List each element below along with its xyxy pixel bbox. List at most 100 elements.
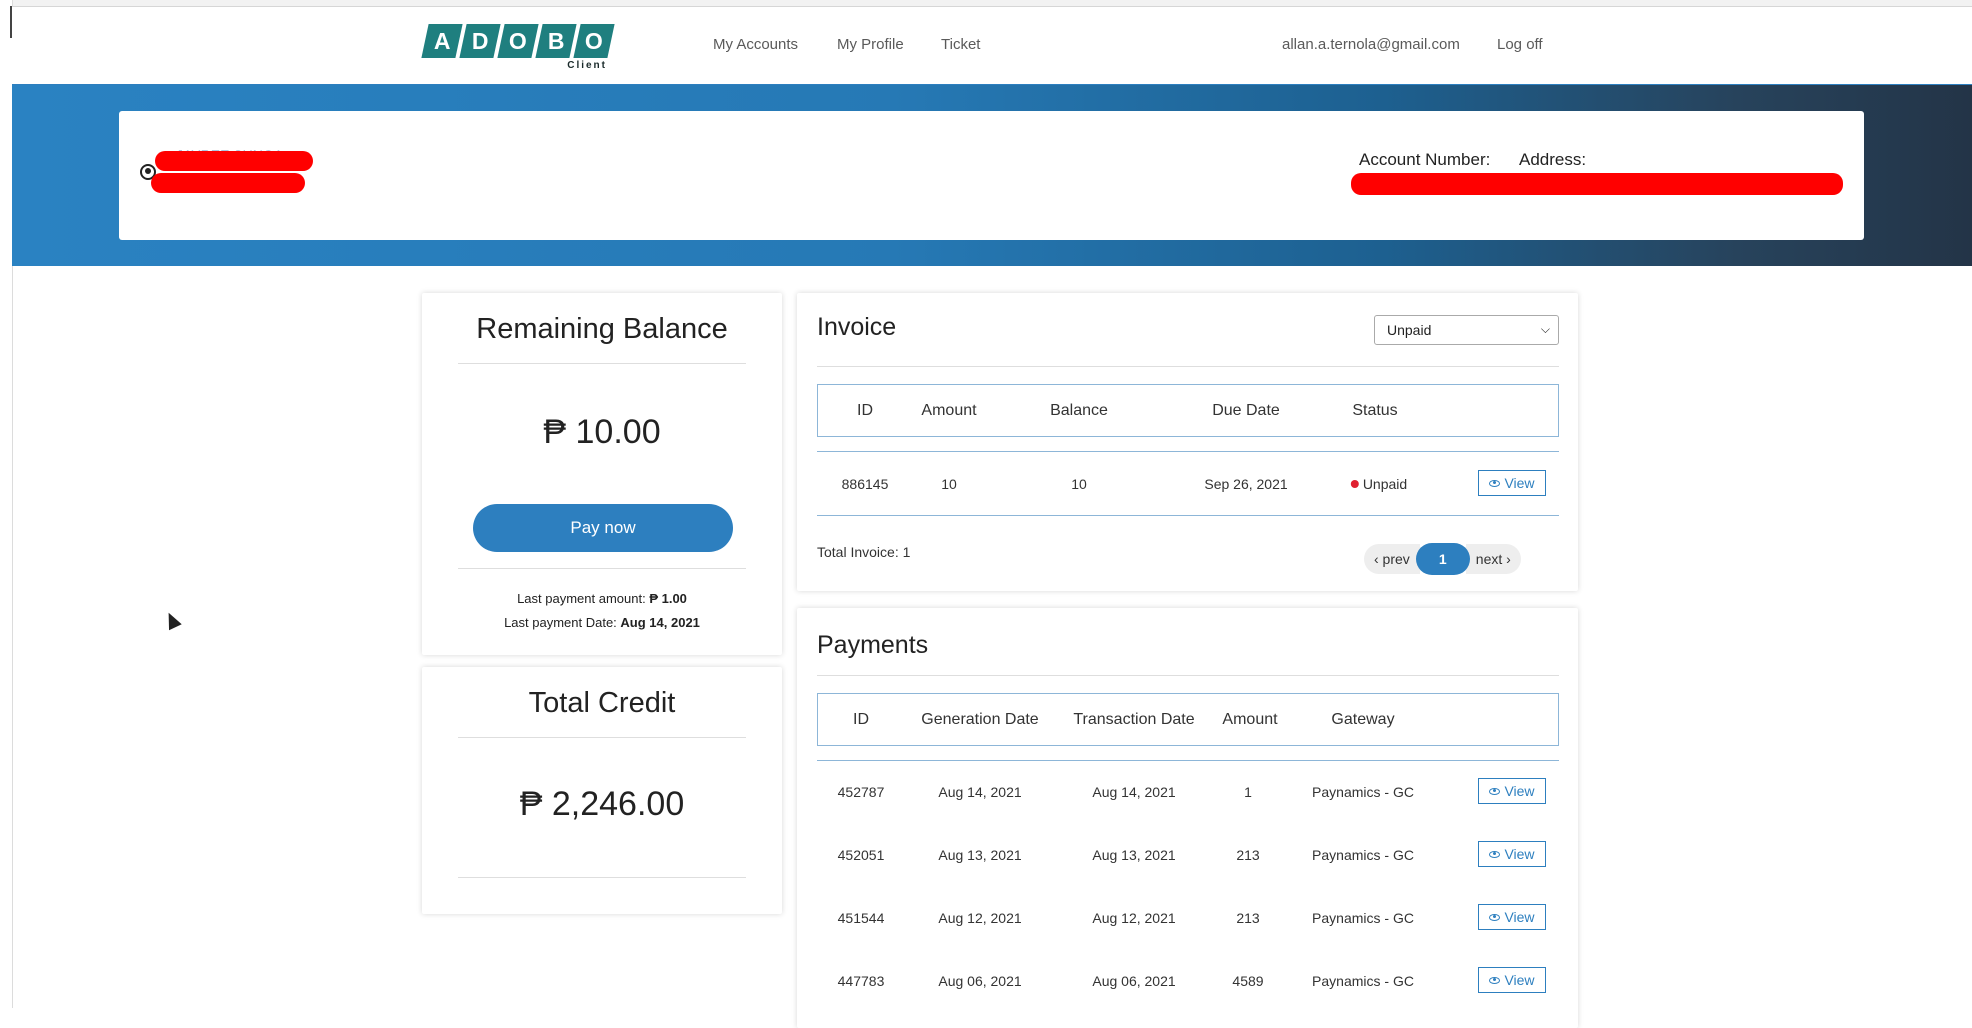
total-credit-amount: ₱ 2,246.00	[519, 785, 685, 823]
redaction-mark	[155, 151, 313, 171]
payment-generation-date: Aug 14, 2021	[938, 784, 1022, 800]
col-generation-date: Generation Date	[921, 711, 1039, 728]
invoice-status-select[interactable]: Unpaid ⌵	[1374, 315, 1559, 345]
payment-gateway: Paynamics - GC	[1312, 784, 1414, 800]
payment-id: 452787	[837, 784, 885, 800]
divider	[458, 363, 746, 364]
nav-my-profile[interactable]: My Profile	[837, 36, 904, 53]
remaining-balance-amount: ₱ 10.00	[543, 413, 661, 451]
payment-generation-date: Aug 13, 2021	[938, 847, 1022, 863]
payment-amount: 4589	[1232, 973, 1264, 989]
payment-transaction-date: Aug 14, 2021	[1092, 784, 1176, 800]
col-id: ID	[857, 402, 873, 419]
col-status: Status	[1352, 402, 1398, 419]
pagination-next[interactable]: next ›	[1465, 544, 1521, 574]
pay-now-button[interactable]: Pay now	[473, 504, 733, 552]
nav-log-off[interactable]: Log off	[1497, 36, 1543, 53]
status-dot-icon	[1350, 480, 1359, 488]
nav-my-accounts[interactable]: My Accounts	[713, 36, 798, 53]
redaction-mark	[151, 173, 305, 193]
hero-banner: JAYREE SUNGA Account Number: Address:	[12, 85, 1972, 266]
address-label: Address:	[1519, 150, 1587, 169]
payment-transaction-date: Aug 06, 2021	[1092, 973, 1176, 989]
browser-top-edge	[0, 0, 1972, 7]
logo-letter: O	[497, 24, 539, 58]
nav-user-email[interactable]: allan.a.ternola@gmail.com	[1282, 36, 1460, 53]
invoice-balance: 10	[1071, 476, 1087, 492]
payment-amount: 213	[1236, 847, 1260, 863]
col-amount: Amount	[921, 402, 977, 419]
payment-generation-date: Aug 06, 2021	[938, 973, 1022, 989]
eye-icon	[1489, 976, 1501, 984]
payment-gateway: Paynamics - GC	[1312, 847, 1414, 863]
invoice-title: Invoice	[817, 313, 897, 341]
row-divider	[817, 451, 1559, 452]
remaining-balance-card: Remaining Balance ₱ 10.00 Pay now Last p…	[422, 293, 782, 655]
view-label: View	[1504, 783, 1535, 799]
payment-amount: 1	[1244, 784, 1252, 800]
payment-id: 447783	[837, 973, 885, 989]
col-gateway: Gateway	[1331, 711, 1395, 728]
view-payment-button[interactable]: View	[1478, 967, 1546, 993]
invoice-table-header: ID Amount Balance Due Date Status	[817, 384, 1559, 437]
account-number-label: Account Number:	[1359, 150, 1491, 169]
logo-letter: B	[535, 24, 577, 58]
last-payment-amount-label: Last payment amount:	[517, 591, 646, 606]
payment-gateway: Paynamics - GC	[1312, 910, 1414, 926]
divider	[817, 675, 1559, 676]
divider	[458, 737, 746, 738]
mouse-cursor-icon	[162, 609, 182, 631]
invoice-amount: 10	[941, 476, 957, 492]
payment-generation-date: Aug 12, 2021	[938, 910, 1022, 926]
view-label: View	[1504, 475, 1535, 491]
remaining-balance-title: Remaining Balance	[476, 313, 728, 345]
eye-icon	[1489, 850, 1501, 858]
profile-card: JAYREE SUNGA Account Number: Address:	[119, 111, 1864, 240]
invoice-status-text: Unpaid	[1362, 476, 1408, 492]
col-transaction-date: Transaction Date	[1073, 711, 1195, 728]
eye-icon	[1489, 479, 1501, 487]
logo-subtitle: Client	[567, 60, 607, 71]
view-label: View	[1504, 972, 1535, 988]
invoice-status-selected: Unpaid	[1387, 322, 1432, 338]
payment-transaction-date: Aug 12, 2021	[1092, 910, 1176, 926]
view-label: View	[1504, 846, 1535, 862]
redaction-mark	[1351, 173, 1843, 195]
invoice-status: Unpaid	[1350, 476, 1408, 492]
pagination-page-1[interactable]: 1	[1415, 543, 1470, 575]
col-amount: Amount	[1222, 711, 1278, 728]
chevron-down-icon: ⌵	[1540, 322, 1550, 336]
last-payment-date: Last payment Date: Aug 14, 2021	[422, 615, 782, 630]
payment-transaction-date: Aug 13, 2021	[1092, 847, 1176, 863]
payments-panel: Payments ID Generation Date Transaction …	[797, 608, 1578, 1028]
total-invoice: Total Invoice: 1	[817, 544, 911, 560]
col-id: ID	[853, 711, 869, 728]
row-divider	[817, 515, 1559, 516]
invoice-pagination: ‹ prev 1 next ›	[1364, 543, 1521, 575]
last-payment-amount-value: ₱ 1.00	[649, 591, 687, 606]
view-payment-button[interactable]: View	[1478, 841, 1546, 867]
view-invoice-button[interactable]: View	[1478, 470, 1546, 496]
divider	[458, 877, 746, 878]
row-divider	[817, 760, 1559, 761]
col-balance: Balance	[1050, 402, 1108, 419]
invoice-id: 886145	[841, 476, 889, 492]
divider	[458, 568, 746, 569]
total-credit-card: Total Credit ₱ 2,246.00	[422, 667, 782, 914]
view-payment-button[interactable]: View	[1478, 904, 1546, 930]
adobo-logo[interactable]: A D O B O Client	[421, 24, 615, 71]
col-due-date: Due Date	[1212, 402, 1280, 419]
invoice-panel: Invoice Unpaid ⌵ ID Amount Balance Due D…	[797, 293, 1578, 591]
view-label: View	[1504, 909, 1535, 925]
nav-ticket[interactable]: Ticket	[941, 36, 980, 53]
payments-title: Payments	[817, 631, 929, 659]
last-payment-amount: Last payment amount: ₱ 1.00	[422, 591, 782, 606]
pagination-prev[interactable]: ‹ prev	[1364, 544, 1420, 574]
payment-id: 451544	[837, 910, 885, 926]
view-payment-button[interactable]: View	[1478, 778, 1546, 804]
payment-gateway: Paynamics - GC	[1312, 973, 1414, 989]
last-payment-date-value: Aug 14, 2021	[620, 615, 700, 630]
payment-id: 452051	[837, 847, 885, 863]
divider	[817, 366, 1559, 367]
top-navbar: A D O B O Client My Accounts My Profile …	[12, 7, 1972, 86]
